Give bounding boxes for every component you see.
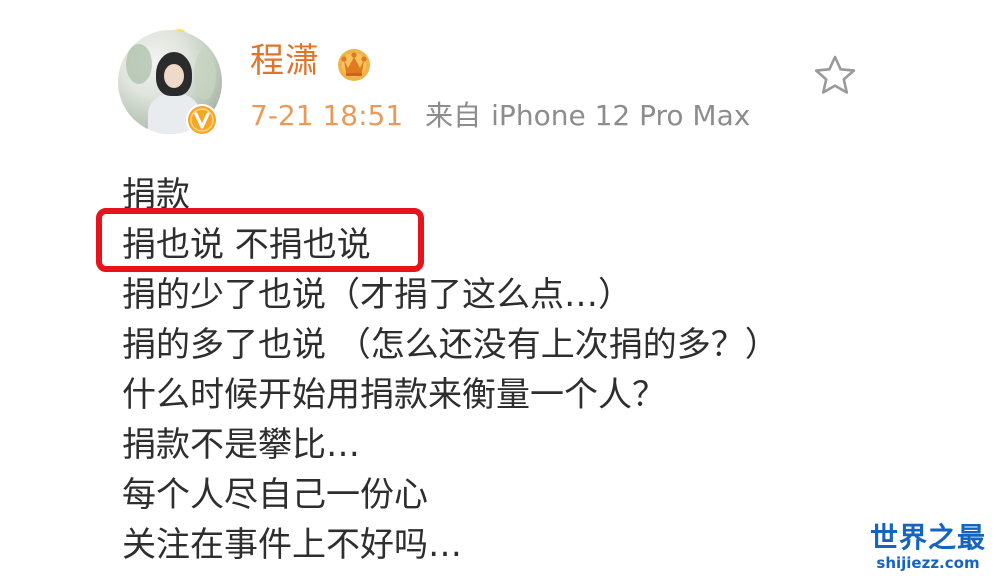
star-outline-icon[interactable] [813, 54, 857, 96]
post-line: 捐款不是攀比… [122, 425, 360, 465]
post-source-prefix: 来自 [425, 99, 482, 132]
watermark-url: shijiezz.com [876, 554, 980, 572]
crown-vip-icon [338, 49, 370, 81]
post-line: 关注在事件上不好吗… [122, 525, 462, 565]
verified-icon [186, 104, 218, 136]
post-meta: 7-21 18:51 来自 iPhone 12 Pro Max [250, 102, 750, 130]
post-line: 捐的多了也说 （怎么还没有上次捐的多？） [122, 325, 779, 365]
post-line: 捐的少了也说（才捐了这么点…） [122, 275, 632, 315]
author-name[interactable]: 程潇 [250, 44, 320, 78]
avatar-figure-face [164, 64, 184, 88]
post-source-device: iPhone 12 Pro Max [491, 99, 751, 132]
post-line: 什么时候开始用捐款来衡量一个人？ [122, 375, 666, 415]
avatar-background-foliage [126, 44, 152, 84]
post-line: 每个人尽自己一份心 [122, 475, 428, 515]
watermark-logo: 世界之最 shijiezz.com [864, 521, 992, 573]
avatar-background-foliage [194, 50, 216, 100]
red-highlight-box [96, 208, 424, 272]
post-timestamp[interactable]: 7-21 18:51 [250, 99, 403, 132]
weibo-post: 程潇 7-21 18:51 来自 iPhone 12 Pro Max 捐款 捐也说 … [0, 0, 1000, 578]
watermark-title: 世界之最 [869, 521, 986, 554]
